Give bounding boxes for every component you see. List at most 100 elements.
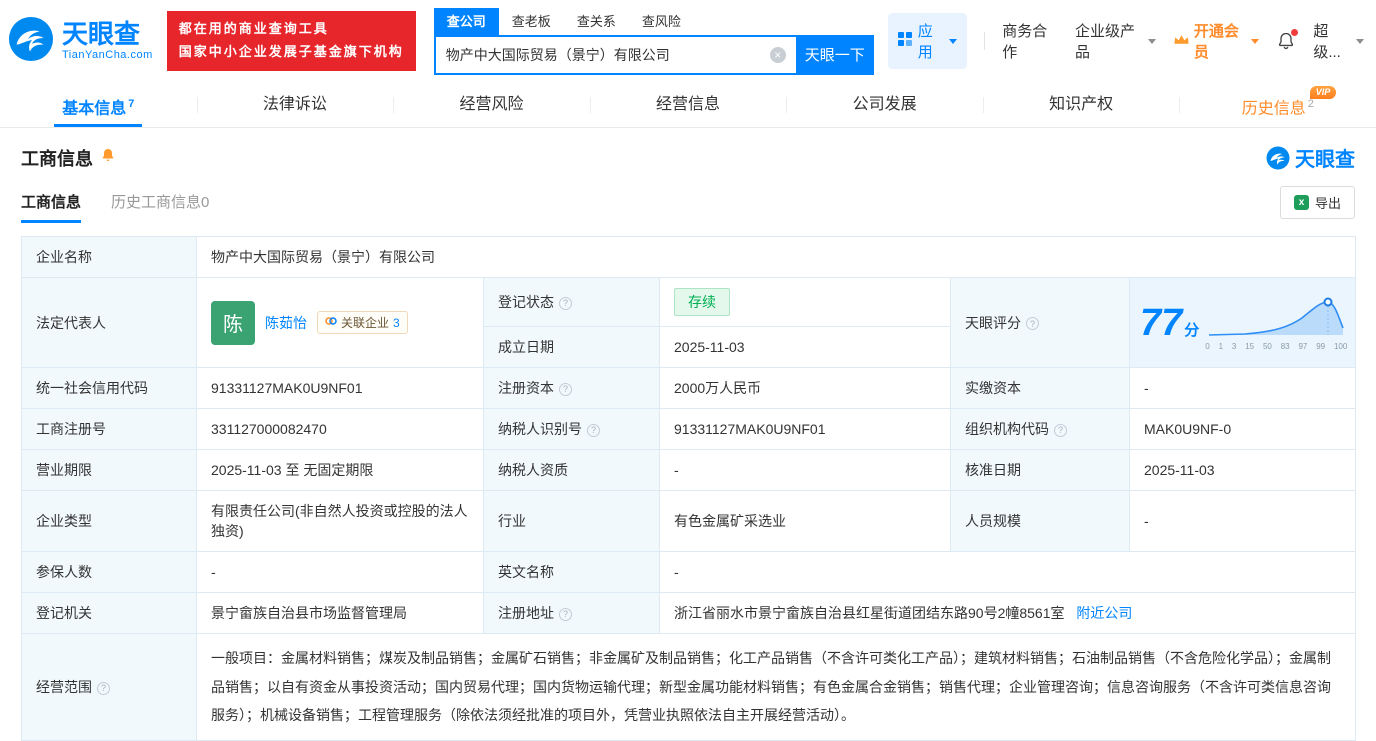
tab-operation-risk[interactable]: 经营风险	[393, 82, 590, 127]
username: 超级...	[1313, 23, 1341, 61]
tab-intellectual-property[interactable]: 知识产权	[982, 82, 1180, 127]
search-input[interactable]	[433, 34, 796, 75]
company-type-value: 有限责任公司(非自然人投资或控股的法人独资)	[196, 490, 484, 552]
open-vip-link[interactable]: 开通会员	[1173, 20, 1260, 62]
chevron-down-icon	[1355, 38, 1364, 44]
apps-button[interactable]: 应用	[887, 13, 968, 69]
help-icon[interactable]: ?	[1026, 317, 1039, 330]
avatar[interactable]: 陈	[211, 300, 255, 345]
table-row: 企业类型 有限责任公司(非自然人投资或控股的法人独资) 行业 有色金属矿采选业 …	[21, 490, 1357, 552]
taxpayer-id-value: 91331127MAK0U9NF01	[659, 408, 951, 450]
subtab-history-business-info[interactable]: 历史工商信息0	[111, 191, 209, 223]
search-tab-boss[interactable]: 查老板	[499, 8, 564, 35]
help-icon[interactable]: ?	[559, 607, 572, 621]
apps-label: 应用	[917, 23, 933, 61]
tab-company-development[interactable]: 公司发展	[786, 82, 983, 127]
notification-dot	[1291, 29, 1299, 36]
help-icon[interactable]: ?	[587, 423, 600, 437]
help-icon[interactable]: ?	[559, 296, 572, 310]
tab-basic-info[interactable]: 基本信息 7	[0, 82, 197, 127]
field-label: 法定代表人	[21, 277, 197, 368]
tianyancha-logo[interactable]: 天眼查 TianYanCha.com	[8, 16, 153, 67]
reg-address-cell: 浙江省丽水市景宁畲族自治县红星街道团结东路90号2幢8561室 附近公司	[658, 592, 1357, 634]
top-right-menu: 应用 商务合作 企业级产品 开通会员 超级...	[887, 13, 1364, 69]
promo-line2: 国家中小企业发展子基金旗下机构	[178, 44, 404, 59]
search-tab-risk[interactable]: 查风险	[629, 8, 694, 35]
tab-history-info[interactable]: VIP 历史信息 2	[1179, 82, 1376, 127]
field-label: 经营范围?	[21, 632, 197, 741]
crown-icon	[1173, 33, 1190, 50]
table-row: 登记机关 景宁畲族自治县市场监督管理局 注册地址? 浙江省丽水市景宁畲族自治县红…	[21, 592, 1357, 634]
tab-operation-info[interactable]: 经营信息	[589, 82, 787, 127]
reg-address-value: 浙江省丽水市景宁畲族自治县红星街道团结东路90号2幢8561室	[674, 605, 1065, 621]
approval-date-value: 2025-11-03	[1128, 449, 1357, 491]
bell-icon[interactable]	[100, 147, 116, 168]
help-icon[interactable]: ?	[97, 681, 110, 695]
field-label: 纳税人资质	[483, 449, 660, 491]
vip-badge: VIP	[1309, 86, 1337, 99]
legal-rep-cell: 陈 陈茹怡 关联企业 3	[196, 277, 484, 368]
help-icon[interactable]: ?	[1054, 423, 1067, 437]
english-name-value: -	[658, 551, 1357, 593]
enterprise-products-link[interactable]: 企业级产品	[1075, 20, 1156, 62]
field-label: 统一社会信用代码	[21, 367, 197, 409]
reg-status-value: 存续	[659, 277, 951, 327]
reg-authority-value: 景宁畲族自治县市场监督管理局	[196, 592, 484, 634]
tab-count: 2	[1307, 98, 1314, 110]
user-menu[interactable]: 超级...	[1313, 20, 1364, 62]
help-icon[interactable]: ?	[559, 382, 572, 396]
industry-value: 有色金属矿采选业	[659, 490, 951, 552]
field-label: 登记机关	[21, 592, 197, 634]
establish-date-value: 2025-11-03	[659, 326, 951, 368]
top-bar: 天眼查 TianYanCha.com 都在用的商业查询工具 国家中小企业发展子基…	[0, 0, 1376, 82]
field-label: 注册地址?	[483, 592, 660, 634]
tab-legal-litigation[interactable]: 法律诉讼	[196, 82, 394, 127]
table-row: 参保人数 - 英文名称 -	[21, 551, 1357, 593]
field-label: 企业名称	[21, 236, 197, 278]
field-label: 实缴资本	[950, 367, 1130, 409]
logo-subtitle: TianYanCha.com	[62, 48, 153, 61]
search-tab-company[interactable]: 查公司	[433, 7, 499, 35]
field-label: 天眼评分?	[950, 277, 1130, 368]
field-label: 登记状态?	[483, 277, 660, 327]
credit-code-value: 91331127MAK0U9NF01	[196, 367, 484, 409]
logo-title: 天眼查	[62, 19, 141, 50]
main-content: 工商信息 天眼查 工商信息 历史工商信息0 x 导出 企业名称 物产中大国际贸易…	[0, 143, 1376, 741]
status-badge: 存续	[674, 288, 730, 316]
divider	[984, 32, 986, 50]
business-scope-value: 一般项目：金属材料销售；煤炭及制品销售；金属矿石销售；非金属矿及制品销售；化工产…	[195, 632, 1357, 741]
table-row: 营业期限 2025-11-03 至 无固定期限 纳税人资质 - 核准日期 202…	[21, 449, 1357, 491]
promo-line1: 都在用的商业查询工具	[178, 21, 329, 37]
tianyancha-logo-icon	[8, 16, 54, 67]
search-tab-relation[interactable]: 查关系	[564, 8, 629, 35]
nearby-companies-link[interactable]: 附近公司	[1076, 605, 1132, 621]
score-distribution-chart: 013 15 50 83 97 99 100	[1205, 295, 1347, 351]
chevron-down-icon	[1147, 38, 1156, 44]
subtab-business-info[interactable]: 工商信息	[21, 191, 82, 223]
company-name-value: 物产中大国际贸易（景宁）有限公司	[195, 236, 1357, 278]
related-companies-badge[interactable]: 关联企业 3	[317, 311, 408, 334]
export-button[interactable]: x 导出	[1279, 186, 1355, 219]
sub-tabs: 工商信息 历史工商信息0 x 导出	[21, 186, 1355, 223]
legal-rep-name-link[interactable]: 陈茹怡	[265, 313, 307, 333]
field-label: 组织机构代码?	[950, 408, 1130, 450]
clear-search-icon[interactable]: ×	[769, 46, 786, 63]
insured-count-value: -	[196, 551, 484, 593]
section-title: 工商信息	[21, 148, 93, 169]
table-row: 企业名称 物产中大国际贸易（景宁）有限公司	[21, 236, 1357, 278]
field-label: 企业类型	[21, 490, 197, 552]
chevron-down-icon	[1251, 38, 1260, 44]
tianyan-score-cell: 77 分 013 15 50 83 97 99 100	[1128, 277, 1357, 368]
score-value: 77 分	[1140, 301, 1200, 344]
business-cooperation-link[interactable]: 商务合作	[1002, 20, 1058, 62]
apps-grid-icon	[897, 32, 912, 50]
excel-icon: x	[1293, 195, 1309, 210]
reg-number-value: 331127000082470	[196, 408, 484, 450]
promo-banner: 都在用的商业查询工具 国家中小企业发展子基金旗下机构	[166, 11, 416, 71]
table-row: 统一社会信用代码 91331127MAK0U9NF01 注册资本? 2000万人…	[21, 367, 1357, 409]
notifications-bell-icon[interactable]	[1276, 29, 1299, 51]
field-label: 英文名称	[483, 551, 660, 593]
field-label: 营业期限	[21, 449, 197, 491]
field-label: 纳税人识别号?	[483, 408, 660, 450]
search-button[interactable]: 天眼一下	[795, 34, 874, 75]
